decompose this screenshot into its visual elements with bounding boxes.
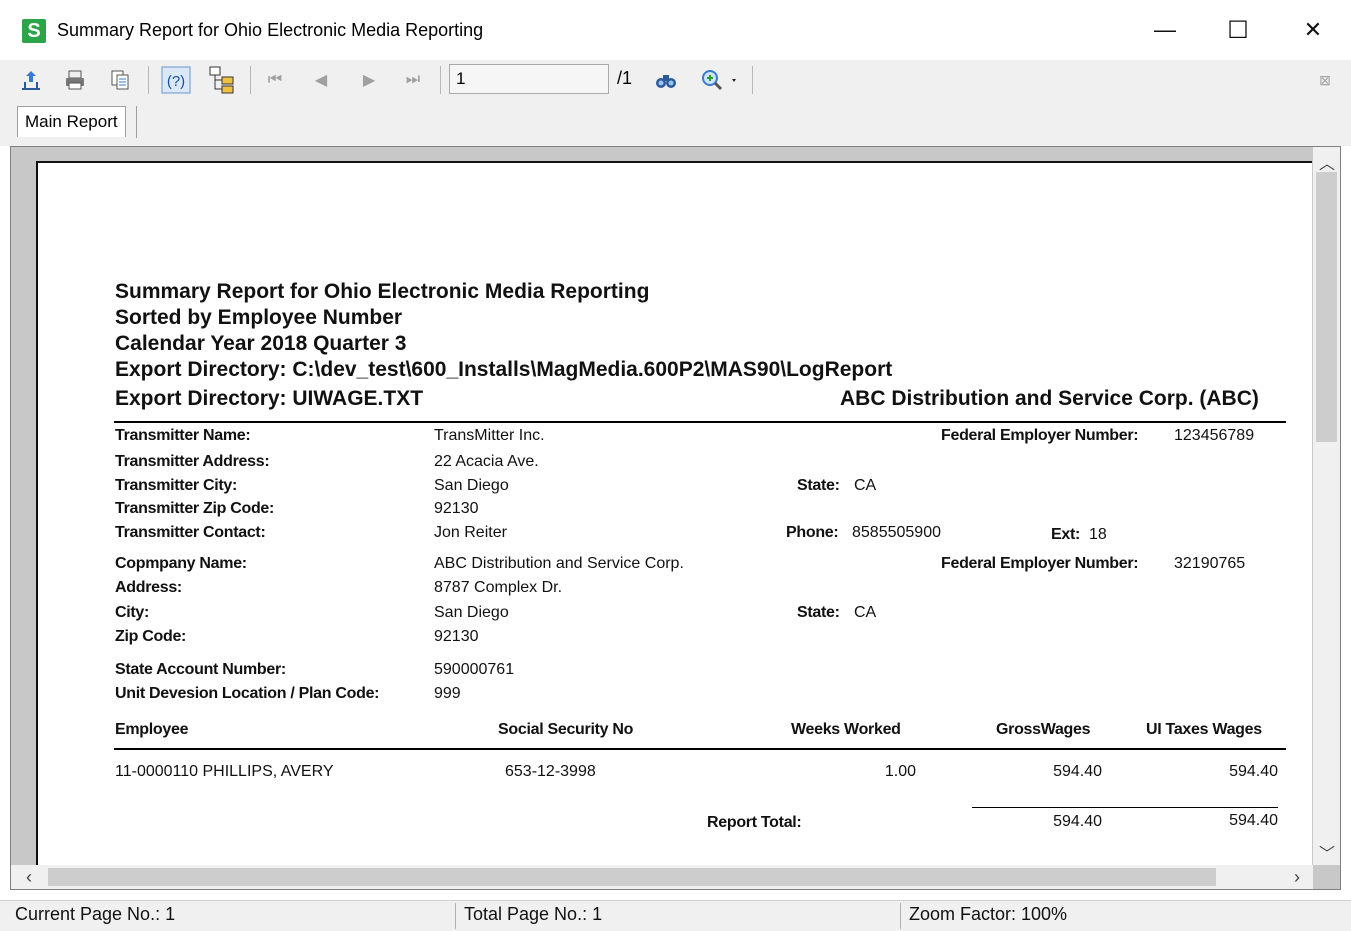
transmitter-phone-label: Phone: <box>786 524 839 541</box>
scroll-right-icon[interactable]: › <box>1294 867 1300 888</box>
tab-divider <box>136 106 137 138</box>
total-rule <box>972 807 1278 808</box>
table-cell-ssn: 653-12-3998 <box>505 763 596 780</box>
current-page-status: Current Page No.: 1 <box>15 904 176 924</box>
company-name-label: Copmpany Name: <box>115 555 247 572</box>
window-title: Summary Report for Ohio Electronic Media… <box>57 20 484 40</box>
report-sorted-by: Sorted by Employee Number <box>115 306 403 329</box>
transmitter-state-label: State: <box>797 477 840 494</box>
search-icon[interactable] <box>650 64 682 96</box>
transmitter-name-label: Transmitter Name: <box>115 427 251 444</box>
previous-page-icon[interactable]: ◀ <box>306 64 336 96</box>
company-name: ABC Distribution and Service Corp. <box>434 555 684 572</box>
scroll-up-icon[interactable]: ︿ <box>1319 150 1335 174</box>
status-divider <box>455 903 456 929</box>
tab-main-report[interactable]: Main Report <box>17 106 126 137</box>
toolbar-divider <box>148 66 149 94</box>
header-rule <box>114 421 1286 423</box>
company-city-label: City: <box>115 604 150 621</box>
first-page-icon[interactable]: ⏮ <box>260 64 290 96</box>
report-total-ui: 594.40 <box>1229 812 1278 829</box>
report-page: Summary Report for Ohio Electronic Media… <box>36 161 1312 866</box>
horizontal-scroll-thumb[interactable] <box>48 868 1216 886</box>
print-icon[interactable] <box>58 64 92 96</box>
page-number-input[interactable] <box>449 64 609 94</box>
company-state-label: State: <box>797 604 840 621</box>
app-logo-icon: S <box>22 19 46 43</box>
transmitter-name: TransMitter Inc. <box>434 427 545 444</box>
table-cell-employee: 11-0000110 PHILLIPS, AVERY <box>115 763 334 780</box>
table-cell-gross: 594.40 <box>1053 763 1102 780</box>
transmitter-zip-label: Transmitter Zip Code: <box>115 500 275 517</box>
transmitter-ext: 18 <box>1089 526 1107 543</box>
transmitter-contact: Jon Reiter <box>434 524 507 541</box>
transmitter-contact-label: Transmitter Contact: <box>115 524 266 541</box>
toolbar-divider <box>440 66 441 94</box>
transmitter-address: 22 Acacia Ave. <box>434 453 539 470</box>
column-header-ssn: Social Security No <box>498 721 634 738</box>
state-account-label: State Account Number: <box>115 661 286 678</box>
copy-icon[interactable] <box>103 64 137 96</box>
unit-location-label: Unit Devesion Location / Plan Code: <box>115 685 380 702</box>
export-directory-file: Export Directory: UIWAGE.TXT <box>115 387 424 410</box>
vertical-scroll-thumb[interactable] <box>1316 172 1337 442</box>
company-zip: 92130 <box>434 628 479 645</box>
total-page-status: Total Page No.: 1 <box>464 904 603 924</box>
report-period: Calendar Year 2018 Quarter 3 <box>115 332 407 355</box>
table-cell-ui: 594.40 <box>1229 763 1278 780</box>
report-total-gross: 594.40 <box>1053 813 1102 830</box>
maximize-button[interactable]: ☐ <box>1215 12 1261 48</box>
column-header-ui: UI Taxes Wages <box>1146 721 1262 738</box>
company-header: ABC Distribution and Service Corp. (ABC) <box>840 387 1259 410</box>
status-divider <box>900 903 901 929</box>
close-button[interactable]: ✕ <box>1290 12 1336 48</box>
transmitter-ext-label: Ext: <box>1051 526 1081 543</box>
transmitter-state: CA <box>854 477 877 494</box>
company-state: CA <box>854 604 877 621</box>
zoom-factor-status: Zoom Factor: 100% <box>909 904 1068 924</box>
company-zip-label: Zip Code: <box>115 628 187 645</box>
scroll-down-icon[interactable]: ﹀ <box>1319 840 1335 864</box>
export-directory-path: Export Directory: C:\dev_test\600_Instal… <box>115 358 893 381</box>
transmitter-phone: 8585505900 <box>852 524 941 541</box>
columns-rule <box>114 748 1286 750</box>
column-header-employee: Employee <box>115 721 189 738</box>
company-address: 8787 Complex Dr. <box>434 579 563 596</box>
column-header-gross: GrossWages <box>996 721 1091 738</box>
state-account-number: 590000761 <box>434 661 515 678</box>
company-address-label: Address: <box>115 579 182 596</box>
transmitter-fein: 123456789 <box>1174 427 1255 444</box>
svg-text:(?): (?) <box>167 73 185 90</box>
minimize-button[interactable]: — <box>1142 12 1188 48</box>
last-page-icon[interactable]: ⏭ <box>398 64 428 96</box>
transmitter-address-label: Transmitter Address: <box>115 453 270 470</box>
company-fein: 32190765 <box>1174 555 1246 572</box>
page-total-label: /1 <box>617 68 633 88</box>
transmitter-zip: 92130 <box>434 500 479 517</box>
column-header-weeks: Weeks Worked <box>791 721 901 738</box>
unit-location-value: 999 <box>434 685 461 702</box>
next-page-icon[interactable]: ▶ <box>354 64 384 96</box>
transmitter-fein-label: Federal Employer Number: <box>941 427 1139 444</box>
close-view-icon[interactable]: ⊠ <box>1312 64 1338 96</box>
export-icon[interactable] <box>14 64 48 96</box>
toolbar-divider <box>250 66 251 94</box>
transmitter-city-label: Transmitter City: <box>115 477 238 494</box>
table-cell-weeks: 1.00 <box>884 763 916 780</box>
company-fein-label: Federal Employer Number: <box>941 555 1139 572</box>
zoom-icon[interactable] <box>696 64 744 96</box>
group-tree-icon[interactable] <box>203 64 241 96</box>
status-bar <box>0 900 1351 931</box>
tab-strip <box>0 102 1351 146</box>
scroll-left-icon[interactable]: ‹ <box>26 867 32 888</box>
report-total-label: Report Total: <box>707 814 802 831</box>
toolbar-divider <box>752 66 753 94</box>
help-icon[interactable]: (?) <box>157 64 195 96</box>
report-title: Summary Report for Ohio Electronic Media… <box>115 280 650 303</box>
transmitter-city: San Diego <box>434 477 509 494</box>
company-city: San Diego <box>434 604 509 621</box>
